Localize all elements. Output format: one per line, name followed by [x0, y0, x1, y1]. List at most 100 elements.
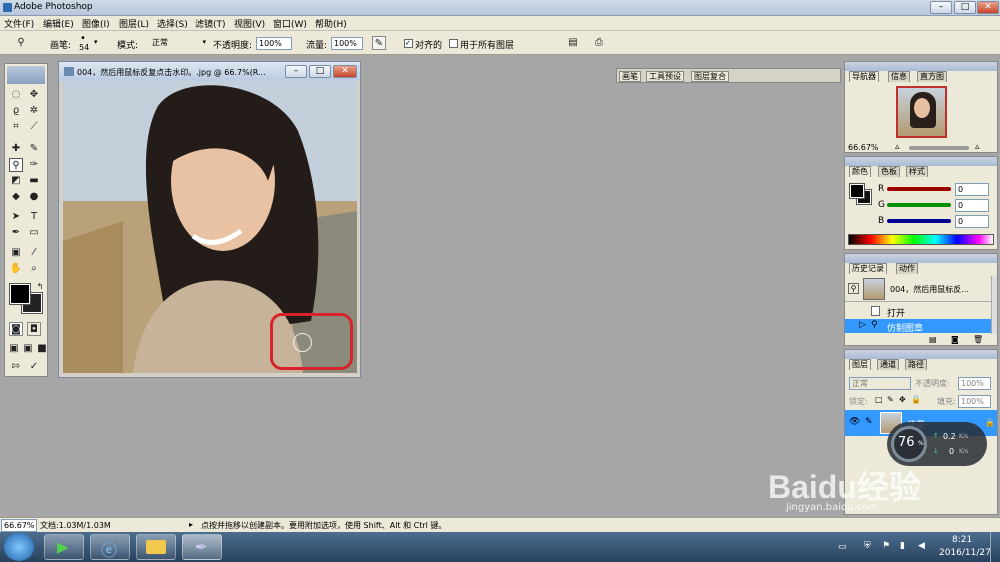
aligned-checkbox[interactable]: ✓ — [404, 39, 413, 48]
new-snapshot-icon[interactable]: ◙ — [951, 335, 959, 344]
notes-tool-icon[interactable]: ▣ — [9, 246, 23, 260]
status-arrow-icon[interactable]: ▸ — [189, 520, 193, 529]
swap-colors-icon[interactable]: ↰ — [33, 280, 47, 294]
tab-swatches[interactable]: 色板 — [878, 166, 900, 177]
channel-r-slider[interactable] — [887, 187, 951, 191]
menu-file[interactable]: 文件(F) — [4, 17, 34, 30]
tray-volume-icon[interactable]: ◀ — [918, 541, 925, 551]
foreground-color-swatch[interactable] — [9, 283, 31, 305]
color-spectrum-ramp[interactable] — [848, 234, 994, 245]
menu-image[interactable]: 图像(I) — [82, 17, 110, 30]
eraser-tool-icon[interactable]: ◩ — [9, 174, 23, 188]
screen-mode-full-icon[interactable]: ■ — [35, 342, 49, 356]
status-zoom-input[interactable]: 66.67% — [1, 519, 37, 532]
channel-g-slider[interactable] — [887, 203, 951, 207]
lasso-tool-icon[interactable]: ϱ — [9, 104, 23, 118]
doc-close-button[interactable]: ✕ — [333, 65, 357, 78]
photoshop-taskbar-icon[interactable]: ✒ — [182, 534, 222, 560]
channel-b-input[interactable]: 0 — [955, 215, 989, 228]
blur-tool-icon[interactable]: ◆ — [9, 190, 23, 204]
history-item-clone-stamp[interactable]: ▷ ⚲ 仿制图章 — [845, 319, 991, 334]
channel-b-slider[interactable] — [887, 219, 951, 223]
pen-tool-icon[interactable]: ✒ — [9, 226, 23, 240]
healing-brush-tool-icon[interactable]: ✚ — [9, 142, 23, 156]
palette-tab-brushes[interactable]: 画笔 — [619, 71, 641, 82]
new-document-from-state-icon[interactable]: ▤ — [929, 335, 937, 344]
tray-shield-icon[interactable]: ⛨ — [864, 541, 871, 551]
file-browser-icon[interactable]: ▤ — [566, 36, 580, 50]
tab-actions[interactable]: 动作 — [896, 263, 918, 274]
palette-tab-tool-presets[interactable]: 工具预设 — [646, 71, 684, 82]
all-layers-checkbox[interactable] — [449, 39, 458, 48]
move-tool-icon[interactable]: ✥ — [27, 88, 41, 102]
tab-layers[interactable]: 图层 — [849, 359, 871, 370]
layer-blend-mode-select[interactable]: 正常 — [849, 377, 911, 390]
jump-to-imageready-icon[interactable]: ⇰ — [9, 360, 23, 374]
menu-filter[interactable]: 滤镜(T) — [195, 17, 226, 30]
tray-date[interactable]: 2016/11/27 — [939, 548, 991, 558]
hand-tool-icon[interactable]: ✋ — [9, 262, 23, 276]
navigator-zoom[interactable]: 66.67% — [848, 143, 879, 152]
history-brush-tool-icon[interactable]: ✑ — [27, 158, 41, 172]
menu-layer[interactable]: 图层(L) — [119, 17, 149, 30]
history-snapshot-row[interactable]: ⚲ 004，然后用鼠标反... — [845, 276, 991, 302]
status-doc-size[interactable]: 文档:1.03M/1.03M — [40, 520, 111, 531]
layer-opacity-input[interactable]: 100% — [958, 377, 991, 390]
zoom-out-icon[interactable]: ▵ — [895, 142, 900, 152]
clone-stamp-tool-icon[interactable]: ⚲ — [9, 158, 23, 172]
zoom-in-icon[interactable]: ▵ — [975, 142, 980, 152]
dodge-tool-icon[interactable]: ● — [27, 190, 41, 204]
history-item-open[interactable]: 打开 — [845, 304, 991, 319]
edit-in-imageready-icon[interactable]: ✓ — [27, 360, 41, 374]
screen-mode-standard-icon[interactable]: ▣ — [7, 342, 21, 356]
history-scrollbar[interactable] — [991, 276, 997, 334]
tab-channels[interactable]: 通道 — [877, 359, 899, 370]
airbrush-icon[interactable]: ✎ — [372, 36, 386, 50]
media-player-taskbar-icon[interactable]: ▶ — [44, 534, 84, 560]
flow-input[interactable]: 100% — [331, 37, 363, 50]
color-fg-swatch[interactable] — [849, 183, 865, 199]
quick-mask-mode-icon[interactable]: ◘ — [27, 322, 41, 336]
tab-color[interactable]: 颜色 — [849, 166, 871, 177]
menu-help[interactable]: 帮助(H) — [315, 17, 347, 30]
close-button[interactable]: ✕ — [977, 1, 999, 14]
show-desktop-button[interactable] — [990, 532, 1000, 562]
lock-pixels-icon[interactable]: ✎ — [887, 395, 894, 404]
standard-mode-icon[interactable]: ◙ — [9, 322, 23, 336]
tray-keyboard-icon[interactable]: ▭ — [838, 542, 847, 552]
screen-mode-full-menu-icon[interactable]: ▣ — [21, 342, 35, 356]
eyedropper-tool-icon[interactable]: ⁄ — [27, 246, 41, 260]
start-button[interactable] — [4, 533, 34, 561]
menu-edit[interactable]: 编辑(E) — [43, 17, 74, 30]
menu-select[interactable]: 选择(S) — [157, 17, 188, 30]
clone-stamp-preset-icon[interactable]: ⚲ — [14, 36, 28, 50]
type-tool-icon[interactable]: T — [27, 210, 41, 224]
lock-all-icon[interactable]: 🔒 — [911, 395, 921, 404]
history-source-icon[interactable]: ⚲ — [848, 283, 859, 294]
tab-info[interactable]: 信息 — [888, 71, 910, 82]
channel-r-input[interactable]: 0 — [955, 183, 989, 196]
shape-tool-icon[interactable]: ▭ — [27, 226, 41, 240]
explorer-taskbar-icon[interactable] — [136, 534, 176, 560]
palette-tab-layer-comps[interactable]: 图层复合 — [691, 71, 729, 82]
path-selection-tool-icon[interactable]: ➤ — [9, 210, 23, 224]
menu-view[interactable]: 视图(V) — [234, 17, 265, 30]
marquee-tool-icon[interactable]: ◌ — [9, 88, 23, 102]
layer-visibility-eye-icon[interactable]: 👁 — [849, 417, 860, 427]
speed-monitor-widget[interactable]: 76 % ↑ 0.2 K/s ↓ 0 K/s — [887, 422, 987, 466]
slice-tool-icon[interactable]: ⟋ — [27, 120, 41, 134]
brush-tool-icon[interactable]: ✎ — [27, 142, 41, 156]
tab-navigator[interactable]: 导航器 — [849, 71, 879, 82]
tray-time[interactable]: 8:21 — [952, 535, 972, 545]
maximize-button[interactable]: □ — [954, 1, 976, 14]
channel-g-input[interactable]: 0 — [955, 199, 989, 212]
gradient-tool-icon[interactable]: ▬ — [27, 174, 41, 188]
print-icon[interactable]: ⎙ — [592, 36, 606, 50]
tab-history[interactable]: 历史记录 — [849, 263, 887, 274]
ie-taskbar-icon[interactable]: ⓔ — [90, 534, 130, 560]
tray-network-icon[interactable]: ▮ — [900, 541, 905, 551]
brush-dropdown-icon[interactable]: ▾ — [94, 38, 98, 46]
zoom-tool-icon[interactable]: ⌕ — [27, 262, 41, 276]
doc-maximize-button[interactable]: □ — [309, 65, 331, 78]
lock-position-icon[interactable]: ✥ — [899, 395, 906, 404]
